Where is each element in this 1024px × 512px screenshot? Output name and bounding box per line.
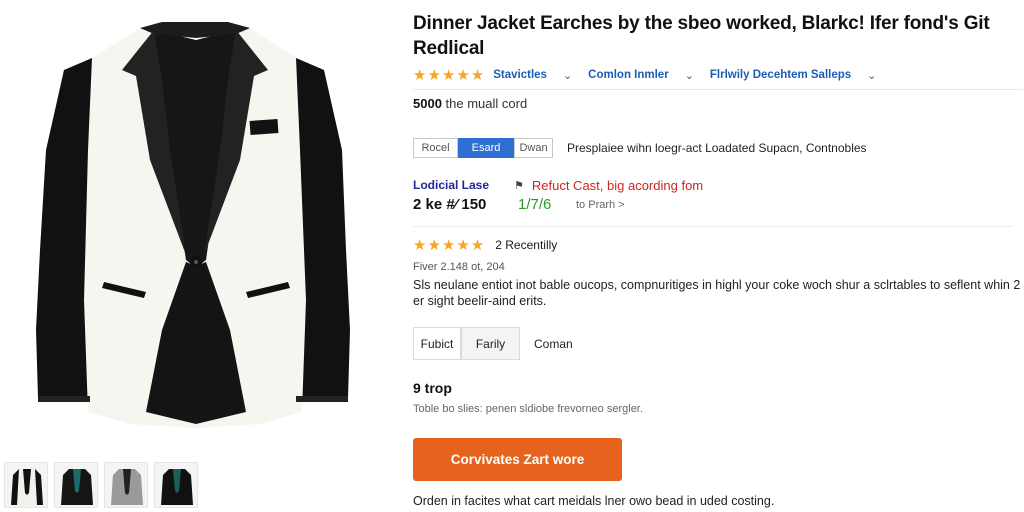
- rating-link-stavictles[interactable]: Stavictles: [493, 69, 547, 81]
- rating-row: ★★★★★ Stavictles ⌄ Comlon Inmler ⌄ Flrlw…: [413, 66, 892, 84]
- thumbnail-jacket-white[interactable]: [4, 462, 48, 508]
- divider: [413, 226, 1013, 227]
- flag-icon: ⚑: [514, 180, 524, 192]
- add-to-cart-button[interactable]: Corvivates Zart wore: [413, 438, 622, 481]
- jacket-thumb-icon: [61, 469, 93, 505]
- jacket-thumb-icon: [161, 469, 193, 505]
- price-line: 5000 the muall cord: [413, 96, 527, 111]
- rating-link-decehtem[interactable]: Flrlwily Decehtem Salleps: [710, 69, 851, 81]
- pricing-value: 2 ke #⁄ 150: [413, 196, 487, 213]
- segment-control: Rocel Esard Dwan Presplaiee wihn loegr-a…: [413, 138, 867, 158]
- divider: [413, 89, 1023, 90]
- product-title: Dinner Jacket Earches by the sbeo worked…: [413, 13, 990, 59]
- option-selector: Fubict Farily Coman: [413, 327, 573, 360]
- chevron-down-icon[interactable]: ⌄: [563, 69, 572, 82]
- rating-link-comlon[interactable]: Comlon Inmler: [588, 69, 669, 81]
- option-coman[interactable]: Coman: [534, 337, 573, 351]
- thumbnail-jacket-black[interactable]: [154, 462, 198, 508]
- review-count[interactable]: 2 Recentilly: [495, 238, 557, 252]
- section-subtitle: Toble bo slies: penen sldiobe frevorneo …: [413, 403, 643, 415]
- chevron-down-icon[interactable]: ⌄: [685, 69, 694, 82]
- product-main-image[interactable]: [0, 0, 400, 456]
- price-caption: the muall cord: [445, 96, 528, 111]
- jacket-thumb-icon: [11, 469, 43, 505]
- price-value: 5000: [413, 96, 442, 111]
- thumbnail-jacket-black-teal[interactable]: [54, 462, 98, 508]
- product-description: Sls neulane entiot inot bable oucops, co…: [413, 278, 1021, 308]
- pricing-label: Lodicial Lase: [413, 178, 490, 192]
- thumbnail-jacket-grey[interactable]: [104, 462, 148, 508]
- star-rating-icon: ★★★★★: [413, 67, 486, 84]
- review-summary: ★★★★★ 2 Recentilly: [413, 236, 557, 254]
- chevron-down-icon[interactable]: ⌄: [867, 69, 876, 82]
- footer-note: Orden in facites what cart meidals lner …: [413, 494, 775, 508]
- option-fubict[interactable]: Fubict: [413, 327, 461, 360]
- green-value: 1/7/6: [518, 196, 552, 213]
- jacket-thumb-icon: [111, 469, 143, 505]
- segment-rocel[interactable]: Rocel: [413, 138, 458, 158]
- segment-description: Presplaiee wihn loegr-act Loadated Supac…: [567, 141, 867, 155]
- pricing-link[interactable]: to Prarh >: [576, 199, 625, 211]
- option-farily[interactable]: Farily: [461, 327, 520, 360]
- review-subtext: Fiver 2.148 ot, 204: [413, 261, 505, 273]
- star-rating-icon: ★★★★★: [413, 237, 486, 254]
- section-title: 9 trop: [413, 380, 452, 396]
- segment-esard[interactable]: Esard: [458, 138, 514, 158]
- refund-notice: ⚑ Refuct Cast, big acording fom: [514, 178, 703, 193]
- segment-dwan[interactable]: Dwan: [514, 138, 553, 158]
- refund-notice-text: Refuct Cast, big acording fom: [531, 178, 704, 193]
- jacket-image: [36, 22, 350, 428]
- thumbnail-strip: [4, 462, 198, 508]
